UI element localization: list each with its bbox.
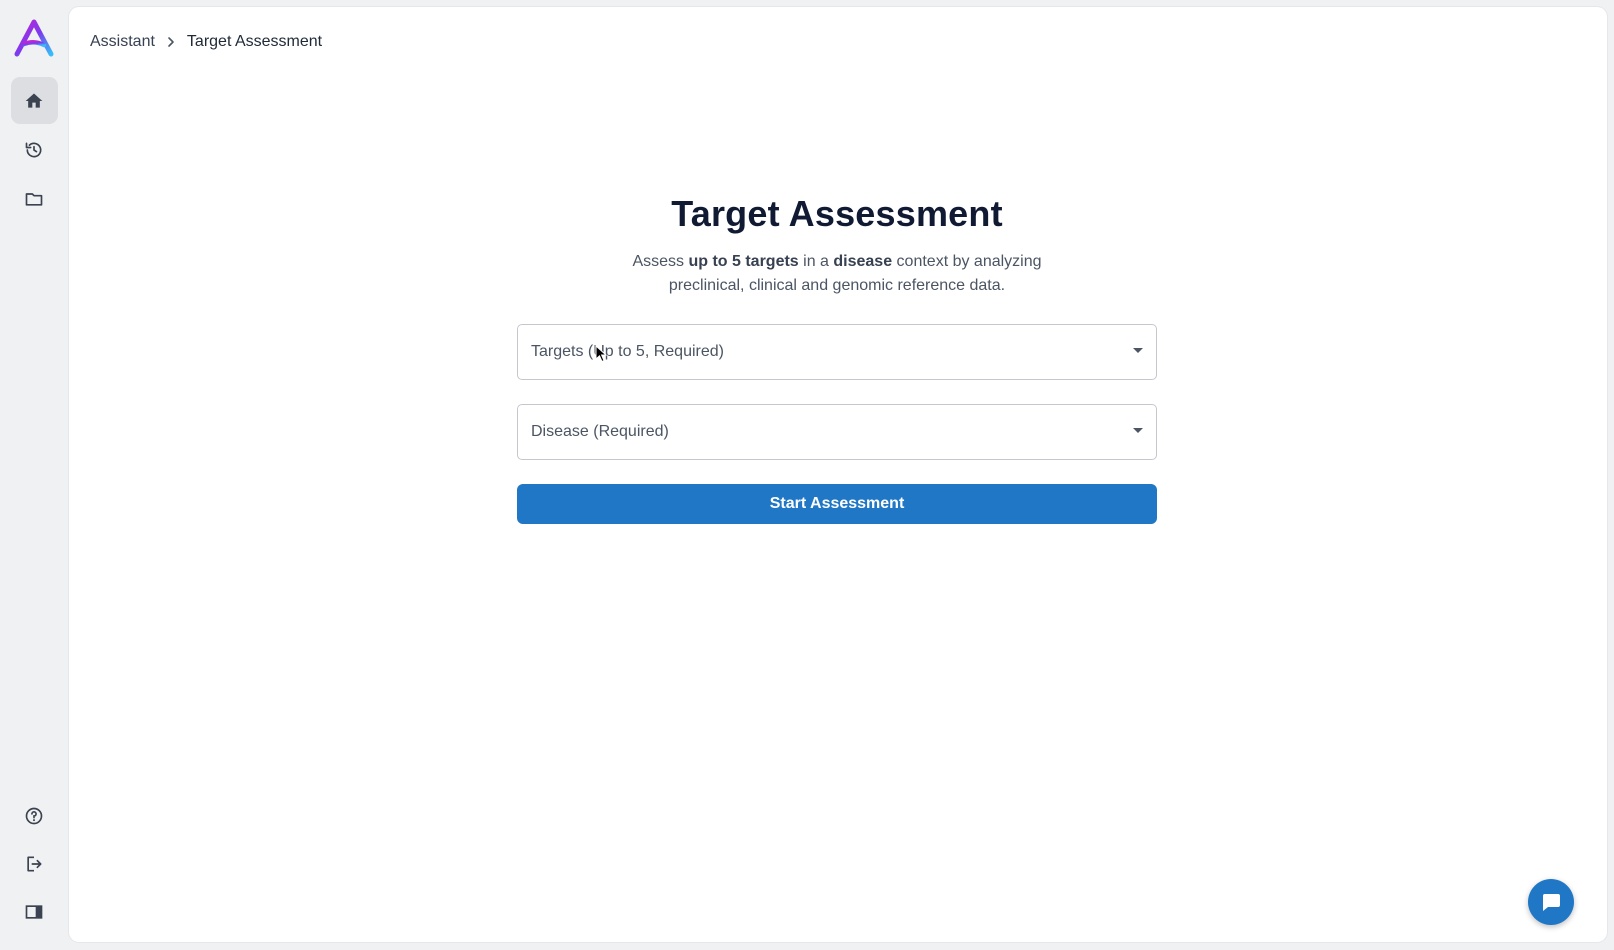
disease-placeholder: Disease (Required) [531, 423, 669, 440]
app-logo[interactable] [12, 18, 56, 58]
breadcrumb-current: Target Assessment [186, 33, 323, 50]
logout-icon [27, 856, 42, 871]
help-icon [25, 807, 43, 824]
subtitle-text-1: Assess [632, 253, 689, 270]
chat-icon [1542, 894, 1560, 911]
mouse-cursor-icon [595, 345, 608, 363]
sidebar-item-logout[interactable] [11, 840, 58, 887]
breadcrumb: Assistant Target Assessment [90, 33, 322, 51]
page-subtitle: Assess up to 5 targets in a disease cont… [517, 250, 1157, 298]
sidebar-nav-top [10, 77, 58, 222]
chevron-right-icon [167, 36, 175, 48]
start-assessment-button[interactable]: Start Assessment [517, 484, 1157, 524]
sidebar-item-home[interactable] [10, 77, 58, 124]
targets-select[interactable]: Targets (Up to 5, Required) [517, 324, 1157, 380]
main-panel: Assistant Target Assessment Target Asses… [69, 7, 1607, 942]
sidebar-item-history[interactable] [11, 126, 58, 173]
sidebar-nav-bottom [0, 792, 68, 935]
home-icon [25, 93, 43, 108]
page-title: Target Assessment [671, 193, 1003, 234]
history-icon [25, 142, 42, 157]
sidebar-item-help[interactable] [11, 792, 58, 839]
subtitle-text-2: in a [798, 253, 834, 270]
subtitle-bold-targets: up to 5 targets [688, 253, 799, 270]
app-root: Assistant Target Assessment Target Asses… [0, 0, 1614, 950]
breadcrumb-assistant[interactable]: Assistant [90, 33, 155, 51]
panel-toggle-icon [25, 904, 43, 919]
caret-down-icon [1133, 428, 1143, 433]
logo-icon [14, 19, 54, 57]
targets-placeholder: Targets (Up to 5, Required) [531, 343, 724, 360]
subtitle-bold-disease: disease [833, 253, 893, 270]
sidebar-item-toggle-panel[interactable] [11, 888, 58, 935]
disease-select[interactable]: Disease (Required) [517, 404, 1157, 460]
sidebar [0, 0, 68, 950]
folder-icon [25, 192, 43, 206]
assessment-form: Target Assessment Assess up to 5 targets… [517, 192, 1157, 524]
caret-down-icon [1133, 348, 1143, 353]
chat-launcher-button[interactable] [1528, 879, 1574, 925]
sidebar-item-files[interactable] [11, 175, 58, 222]
